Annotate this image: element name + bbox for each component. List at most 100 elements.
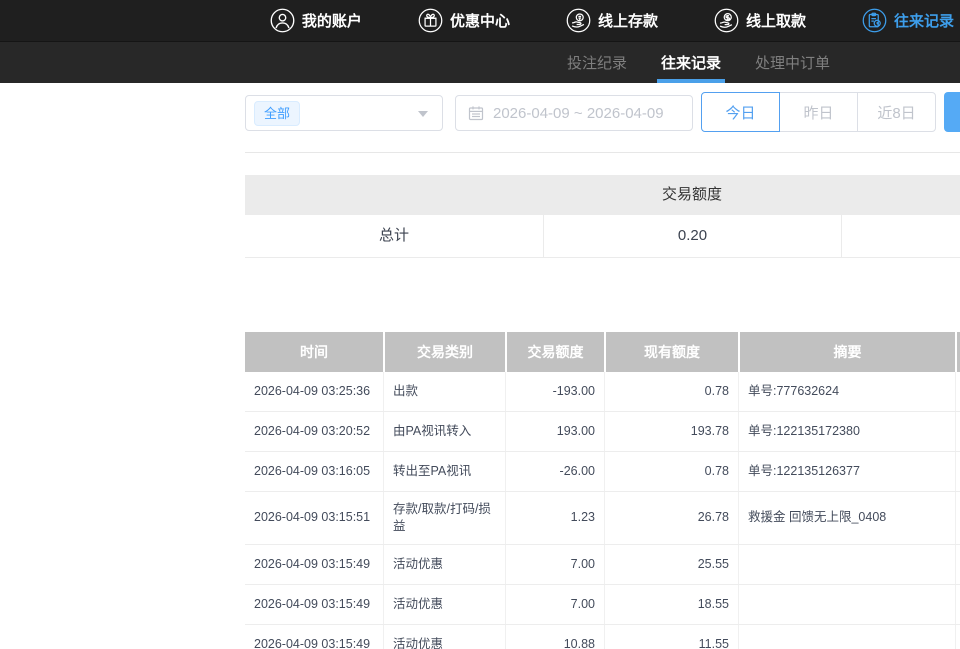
- tab-3[interactable]: 处理中订单: [753, 42, 832, 83]
- top-nav-bar: 我的账户 优惠中心 线上存款 线上取款 往来记录: [0, 0, 960, 42]
- column-header-4: 现有额度: [604, 332, 738, 372]
- main-content: 全部 2026-04-09 ~ 2026-04-09 今日昨日近8日 交易额度 …: [245, 83, 960, 648]
- cell-summary: [738, 545, 955, 584]
- nav-item-label: 优惠中心: [450, 10, 510, 31]
- column-header-5: 摘要: [738, 332, 955, 372]
- transactions-table-header: 时间交易类别交易额度现有额度摘要: [245, 332, 960, 372]
- summary-table: 交易额度 总计 0.20: [245, 175, 960, 258]
- search-button[interactable]: [944, 92, 960, 132]
- cell-type: 活动优惠: [383, 545, 505, 584]
- range-button-3[interactable]: 近8日: [857, 92, 936, 132]
- cell-time: 2026-04-09 03:25:36: [245, 372, 383, 411]
- cell-extra: [955, 545, 960, 584]
- nav-item-1[interactable]: 我的账户: [270, 8, 362, 33]
- cell-amount: -193.00: [505, 372, 604, 411]
- cell-extra: [955, 412, 960, 451]
- cell-amount: -26.00: [505, 452, 604, 491]
- nav-item-label: 线上取款: [746, 10, 806, 31]
- tab-label: 投注纪录: [567, 52, 627, 73]
- cell-type: 存款/取款/打码/损益: [383, 492, 505, 544]
- withdraw-icon: [714, 8, 739, 33]
- chevron-down-icon: [418, 111, 428, 117]
- table-row: 2026-04-09 03:15:49活动优惠7.0025.55: [245, 545, 960, 585]
- tab-bar: 投注纪录 往来记录 处理中订单: [0, 42, 960, 83]
- nav-item-3[interactable]: 线上存款: [566, 8, 658, 33]
- nav-item-label: 我的账户: [302, 10, 362, 31]
- cell-balance: 0.78: [604, 452, 738, 491]
- cell-summary: [738, 585, 955, 624]
- range-button-1[interactable]: 今日: [701, 92, 780, 132]
- user-icon: [270, 8, 295, 33]
- cell-type: 出款: [383, 372, 505, 411]
- table-row: 2026-04-09 03:16:05转出至PA视讯-26.000.78单号:1…: [245, 452, 960, 492]
- cell-type: 活动优惠: [383, 625, 505, 649]
- cell-type: 活动优惠: [383, 585, 505, 624]
- summary-total-label: 总计: [245, 215, 543, 257]
- summary-header-label: 交易额度: [543, 175, 841, 215]
- cell-amount: 1.23: [505, 492, 604, 544]
- table-row: 2026-04-09 03:20:52由PA视讯转入193.00193.78单号…: [245, 412, 960, 452]
- summary-table-row: 总计 0.20: [245, 215, 960, 258]
- tab-1[interactable]: 投注纪录: [565, 42, 629, 83]
- nav-item-4[interactable]: 线上取款: [714, 8, 806, 33]
- table-row: 2026-04-09 03:15:49活动优惠10.8811.55: [245, 625, 960, 649]
- cell-balance: 25.55: [604, 545, 738, 584]
- column-header-extra: [955, 332, 960, 372]
- cell-extra: [955, 452, 960, 491]
- table-row: 2026-04-09 03:15:51存款/取款/打码/损益1.2326.78救…: [245, 492, 960, 545]
- column-header-1: 时间: [245, 332, 383, 372]
- nav-item-5[interactable]: 往来记录: [862, 8, 954, 33]
- cell-balance: 26.78: [604, 492, 738, 544]
- cell-extra: [955, 585, 960, 624]
- summary-total-value: 0.20: [543, 215, 841, 257]
- cell-balance: 193.78: [604, 412, 738, 451]
- nav-item-label: 往来记录: [894, 10, 954, 31]
- cell-summary: 单号:777632624: [738, 372, 955, 411]
- range-button-2[interactable]: 昨日: [779, 92, 858, 132]
- nav-item-label: 线上存款: [598, 10, 658, 31]
- date-range-input[interactable]: 2026-04-09 ~ 2026-04-09: [455, 95, 693, 131]
- date-range-value: 2026-04-09 ~ 2026-04-09: [493, 105, 664, 122]
- cell-amount: 7.00: [505, 545, 604, 584]
- filter-divider: [245, 152, 960, 153]
- cell-time: 2026-04-09 03:15:49: [245, 545, 383, 584]
- cell-time: 2026-04-09 03:20:52: [245, 412, 383, 451]
- cell-amount: 10.88: [505, 625, 604, 649]
- cell-summary: 单号:122135126377: [738, 452, 955, 491]
- calendar-icon: [468, 105, 484, 121]
- cell-summary: 单号:122135172380: [738, 412, 955, 451]
- cell-summary: [738, 625, 955, 649]
- selected-type-tag[interactable]: 全部: [254, 101, 300, 126]
- type-filter-select[interactable]: 全部: [245, 95, 443, 131]
- column-header-2: 交易类别: [383, 332, 505, 372]
- gift-icon: [418, 8, 443, 33]
- cell-type: 转出至PA视讯: [383, 452, 505, 491]
- nav-item-2[interactable]: 优惠中心: [418, 8, 510, 33]
- cell-time: 2026-04-09 03:15:49: [245, 585, 383, 624]
- cell-extra: [955, 625, 960, 649]
- transactions-table-body: 2026-04-09 03:25:36出款-193.000.78单号:77763…: [245, 372, 960, 649]
- records-icon: [862, 8, 887, 33]
- deposit-icon: [566, 8, 591, 33]
- cell-balance: 0.78: [604, 372, 738, 411]
- table-row: 2026-04-09 03:25:36出款-193.000.78单号:77763…: [245, 372, 960, 412]
- cell-balance: 18.55: [604, 585, 738, 624]
- cell-balance: 11.55: [604, 625, 738, 649]
- cell-time: 2026-04-09 03:15:51: [245, 492, 383, 544]
- cell-time: 2026-04-09 03:15:49: [245, 625, 383, 649]
- cell-time: 2026-04-09 03:16:05: [245, 452, 383, 491]
- tab-2[interactable]: 往来记录: [659, 42, 723, 83]
- cell-extra: [955, 372, 960, 411]
- cell-summary: 救援金 回馈无上限_0408: [738, 492, 955, 544]
- summary-table-header: 交易额度: [245, 175, 960, 215]
- cell-extra: [955, 492, 960, 544]
- tab-label: 处理中订单: [755, 52, 830, 73]
- column-header-3: 交易额度: [505, 332, 604, 372]
- cell-amount: 193.00: [505, 412, 604, 451]
- cell-type: 由PA视讯转入: [383, 412, 505, 451]
- table-row: 2026-04-09 03:15:49活动优惠7.0018.55: [245, 585, 960, 625]
- cell-amount: 7.00: [505, 585, 604, 624]
- quick-range-button-group: 今日昨日近8日: [701, 92, 936, 132]
- tab-label: 往来记录: [661, 52, 721, 73]
- summary-empty-cell: [841, 215, 960, 257]
